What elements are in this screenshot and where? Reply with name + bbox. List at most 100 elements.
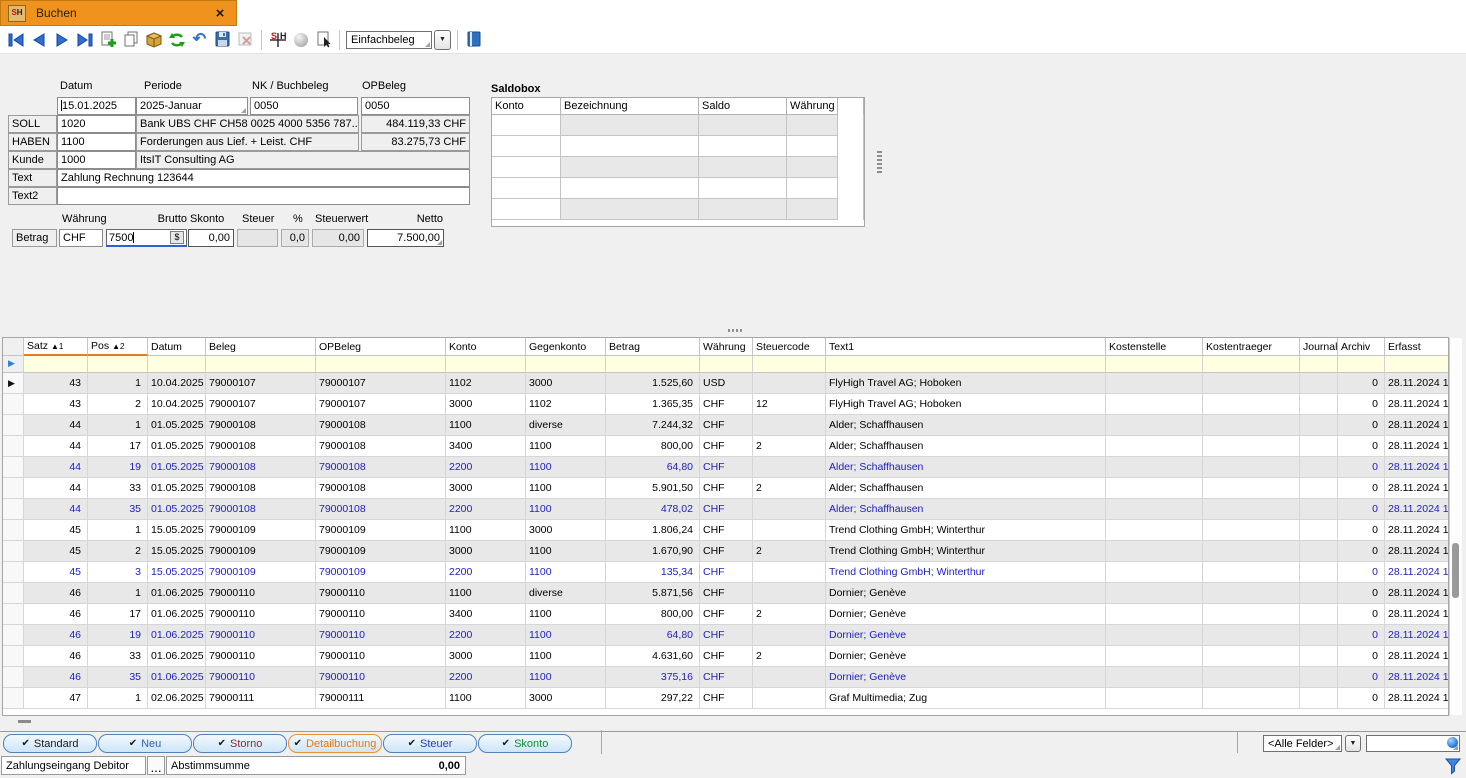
column-header-kostenstelle[interactable]: Kostenstelle xyxy=(1106,338,1203,356)
grid-cell-kostenstelle[interactable] xyxy=(1106,499,1203,520)
grid-cell-erfasst[interactable]: 28.11.2024 10: xyxy=(1385,415,1449,436)
window-tab[interactable]: SH Buchen × xyxy=(0,0,237,26)
grid-cell-beleg[interactable]: 79000108 xyxy=(206,415,316,436)
grid-cell-journal[interactable] xyxy=(1300,646,1338,667)
grid-cell-waehrung[interactable]: USD xyxy=(700,373,753,394)
grid-cell-konto[interactable]: 3000 xyxy=(446,478,526,499)
grid-cell-kostentraeger[interactable] xyxy=(1203,583,1300,604)
row-selector[interactable] xyxy=(3,562,24,583)
grid-cell-betrag[interactable]: 1.365,35 xyxy=(606,394,700,415)
grid-cell-gegenkonto[interactable]: 3000 xyxy=(526,373,606,394)
soll-konto-field[interactable]: 1020 xyxy=(57,115,136,133)
table-row[interactable]: 443301.05.20257900010879000108300011005.… xyxy=(3,478,1448,499)
grid-cell-steuercode[interactable]: 2 xyxy=(753,478,826,499)
grid-cell-text1[interactable]: Alder; Schaffhausen xyxy=(826,499,1106,520)
row-selector[interactable] xyxy=(3,625,24,646)
grid-cell-satz[interactable]: 44 xyxy=(24,415,88,436)
grid-cell-betrag[interactable]: 64,80 xyxy=(606,457,700,478)
grid-cell-konto[interactable]: 3000 xyxy=(446,541,526,562)
grid-cell-waehrung[interactable]: CHF xyxy=(700,520,753,541)
text-field[interactable]: Zahlung Rechnung 123644 xyxy=(57,169,470,187)
grid-cell-journal[interactable] xyxy=(1300,415,1338,436)
grid-cell-datum[interactable]: 01.05.2025 xyxy=(148,415,206,436)
grid-cell-pos[interactable]: 35 xyxy=(88,667,148,688)
filter-cell-konto[interactable] xyxy=(446,356,526,373)
grid-cell-satz[interactable]: 45 xyxy=(24,541,88,562)
grid-cell-steuercode[interactable]: 2 xyxy=(753,646,826,667)
grid-cell-erfasst[interactable]: 28.11.2024 10: xyxy=(1385,625,1449,646)
grid-cell-steuercode[interactable] xyxy=(753,373,826,394)
grid-cell-text1[interactable]: Graf Multimedia; Zug xyxy=(826,688,1106,709)
filter-cell-waehrung[interactable] xyxy=(700,356,753,373)
grid-cell-pos[interactable]: 2 xyxy=(88,541,148,562)
grid-cell-beleg[interactable]: 79000108 xyxy=(206,436,316,457)
grid-cell-kostenstelle[interactable] xyxy=(1106,436,1203,457)
grid-cell-waehrung[interactable]: CHF xyxy=(700,478,753,499)
grid-cell-beleg[interactable]: 79000108 xyxy=(206,457,316,478)
grid-cell-archiv[interactable]: 0 xyxy=(1338,499,1385,520)
grid-cell-erfasst[interactable]: 28.11.2024 10: xyxy=(1385,541,1449,562)
grid-cell-satz[interactable]: 45 xyxy=(24,520,88,541)
row-selector[interactable] xyxy=(3,604,24,625)
grid-cell-opbeleg[interactable]: 79000108 xyxy=(316,499,446,520)
grid-cell-journal[interactable] xyxy=(1300,457,1338,478)
grid-cell-pos[interactable]: 17 xyxy=(88,604,148,625)
grid-cell-waehrung[interactable]: CHF xyxy=(700,583,753,604)
grid-cell-text1[interactable]: FlyHigh Travel AG; Hoboken xyxy=(826,394,1106,415)
grid-cell-archiv[interactable]: 0 xyxy=(1338,520,1385,541)
grid-cell-kostentraeger[interactable] xyxy=(1203,457,1300,478)
column-splitter-icon[interactable] xyxy=(728,329,744,332)
nav-next-button[interactable] xyxy=(50,28,73,51)
grid-cell-journal[interactable] xyxy=(1300,625,1338,646)
booking-mode-status[interactable]: Zahlungseingang Debitor xyxy=(1,756,146,775)
grid-cell-kostentraeger[interactable] xyxy=(1203,520,1300,541)
grid-cell-gegenkonto[interactable]: 3000 xyxy=(526,520,606,541)
grid-cell-journal[interactable] xyxy=(1300,394,1338,415)
brutto-field[interactable]: 7500 $ xyxy=(106,229,187,247)
grid-cell-text1[interactable]: Alder; Schaffhausen xyxy=(826,436,1106,457)
grid-cell-konto[interactable]: 2200 xyxy=(446,457,526,478)
skonto-field[interactable]: 0,00 xyxy=(188,229,234,247)
grid-cell-satz[interactable]: 44 xyxy=(24,499,88,520)
grid-cell-betrag[interactable]: 5.871,56 xyxy=(606,583,700,604)
filter-cell-satz[interactable] xyxy=(24,356,88,373)
row-selector[interactable] xyxy=(3,457,24,478)
grid-cell-journal[interactable] xyxy=(1300,478,1338,499)
grid-cell-kostenstelle[interactable] xyxy=(1106,625,1203,646)
grid-cell-datum[interactable]: 10.04.2025 xyxy=(148,373,206,394)
grid-cell-pos[interactable]: 19 xyxy=(88,625,148,646)
filter-cell-journal[interactable] xyxy=(1300,356,1338,373)
filter-cell-gegenkonto[interactable] xyxy=(526,356,606,373)
toggle-button-neu[interactable]: ✔Neu xyxy=(98,734,192,753)
nav-first-button[interactable] xyxy=(4,28,27,51)
column-header-satz[interactable]: Satz▲1 xyxy=(24,338,88,356)
grid-cell-steuercode[interactable] xyxy=(753,667,826,688)
grid-cell-erfasst[interactable]: 28.11.2024 10: xyxy=(1385,562,1449,583)
page-cursor-icon[interactable] xyxy=(312,28,335,51)
grid-cell-waehrung[interactable]: CHF xyxy=(700,436,753,457)
grid-cell-beleg[interactable]: 79000109 xyxy=(206,562,316,583)
grid-cell-archiv[interactable]: 0 xyxy=(1338,394,1385,415)
grid-cell-konto[interactable]: 2200 xyxy=(446,499,526,520)
grid-cell-opbeleg[interactable]: 79000108 xyxy=(316,457,446,478)
grid-cell-steuercode[interactable]: 2 xyxy=(753,604,826,625)
grid-cell-archiv[interactable]: 0 xyxy=(1338,646,1385,667)
grid-cell-waehrung[interactable]: CHF xyxy=(700,604,753,625)
grid-cell-kostentraeger[interactable] xyxy=(1203,478,1300,499)
grid-cell-opbeleg[interactable]: 79000110 xyxy=(316,604,446,625)
grid-cell-journal[interactable] xyxy=(1300,688,1338,709)
undo-button[interactable]: ↶ xyxy=(188,28,211,51)
grid-cell-pos[interactable]: 19 xyxy=(88,457,148,478)
grid-cell-gegenkonto[interactable]: 3000 xyxy=(526,688,606,709)
column-header-betrag[interactable]: Betrag xyxy=(606,338,700,356)
grid-cell-archiv[interactable]: 0 xyxy=(1338,604,1385,625)
opbeleg-field[interactable]: 0050 xyxy=(361,97,470,115)
filter-funnel-icon[interactable] xyxy=(1444,757,1462,778)
grid-cell-datum[interactable]: 01.06.2025 xyxy=(148,667,206,688)
grid-cell-opbeleg[interactable]: 79000110 xyxy=(316,667,446,688)
filter-row[interactable]: ▶ xyxy=(3,356,1448,373)
grid-cell-text1[interactable]: Trend Clothing GmbH; Winterthur xyxy=(826,541,1106,562)
grid-cell-datum[interactable]: 01.05.2025 xyxy=(148,436,206,457)
grid-cell-waehrung[interactable]: CHF xyxy=(700,541,753,562)
column-header-beleg[interactable]: Beleg xyxy=(206,338,316,356)
